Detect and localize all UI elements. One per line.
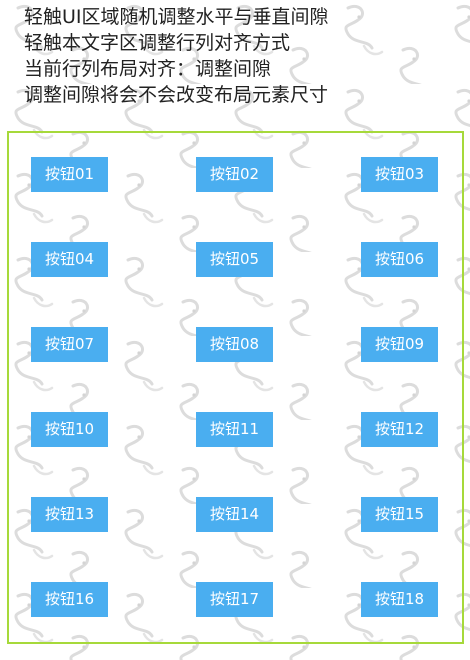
button-04[interactable]: 按钮04: [31, 242, 108, 277]
instruction-line: 轻触本文字区调整行列对齐方式: [24, 32, 291, 54]
button-02[interactable]: 按钮02: [196, 157, 273, 192]
button-14[interactable]: 按钮14: [196, 497, 273, 532]
instruction-text-area[interactable]: 轻触UI区域随机调整水平与垂直间隙 轻触本文字区调整行列对齐方式 当前行列布局对…: [24, 4, 329, 108]
button-06[interactable]: 按钮06: [361, 242, 438, 277]
layout-grid-area[interactable]: 按钮01 按钮02 按钮03 按钮04 按钮05 按钮06 按钮07 按钮08 …: [7, 131, 464, 644]
button-11[interactable]: 按钮11: [196, 412, 273, 447]
button-05[interactable]: 按钮05: [196, 242, 273, 277]
button-10[interactable]: 按钮10: [31, 412, 108, 447]
button-16[interactable]: 按钮16: [31, 582, 108, 617]
button-12[interactable]: 按钮12: [361, 412, 438, 447]
instruction-line: 调整间隙将会不会改变布局元素尺寸: [24, 84, 329, 106]
button-13[interactable]: 按钮13: [31, 497, 108, 532]
instruction-line: 轻触UI区域随机调整水平与垂直间隙: [24, 6, 329, 28]
instruction-line: 当前行列布局对齐：调整间隙: [24, 58, 272, 80]
button-15[interactable]: 按钮15: [361, 497, 438, 532]
button-07[interactable]: 按钮07: [31, 327, 108, 362]
button-01[interactable]: 按钮01: [31, 157, 108, 192]
button-03[interactable]: 按钮03: [361, 157, 438, 192]
button-18[interactable]: 按钮18: [361, 582, 438, 617]
button-08[interactable]: 按钮08: [196, 327, 273, 362]
button-17[interactable]: 按钮17: [196, 582, 273, 617]
button-09[interactable]: 按钮09: [361, 327, 438, 362]
